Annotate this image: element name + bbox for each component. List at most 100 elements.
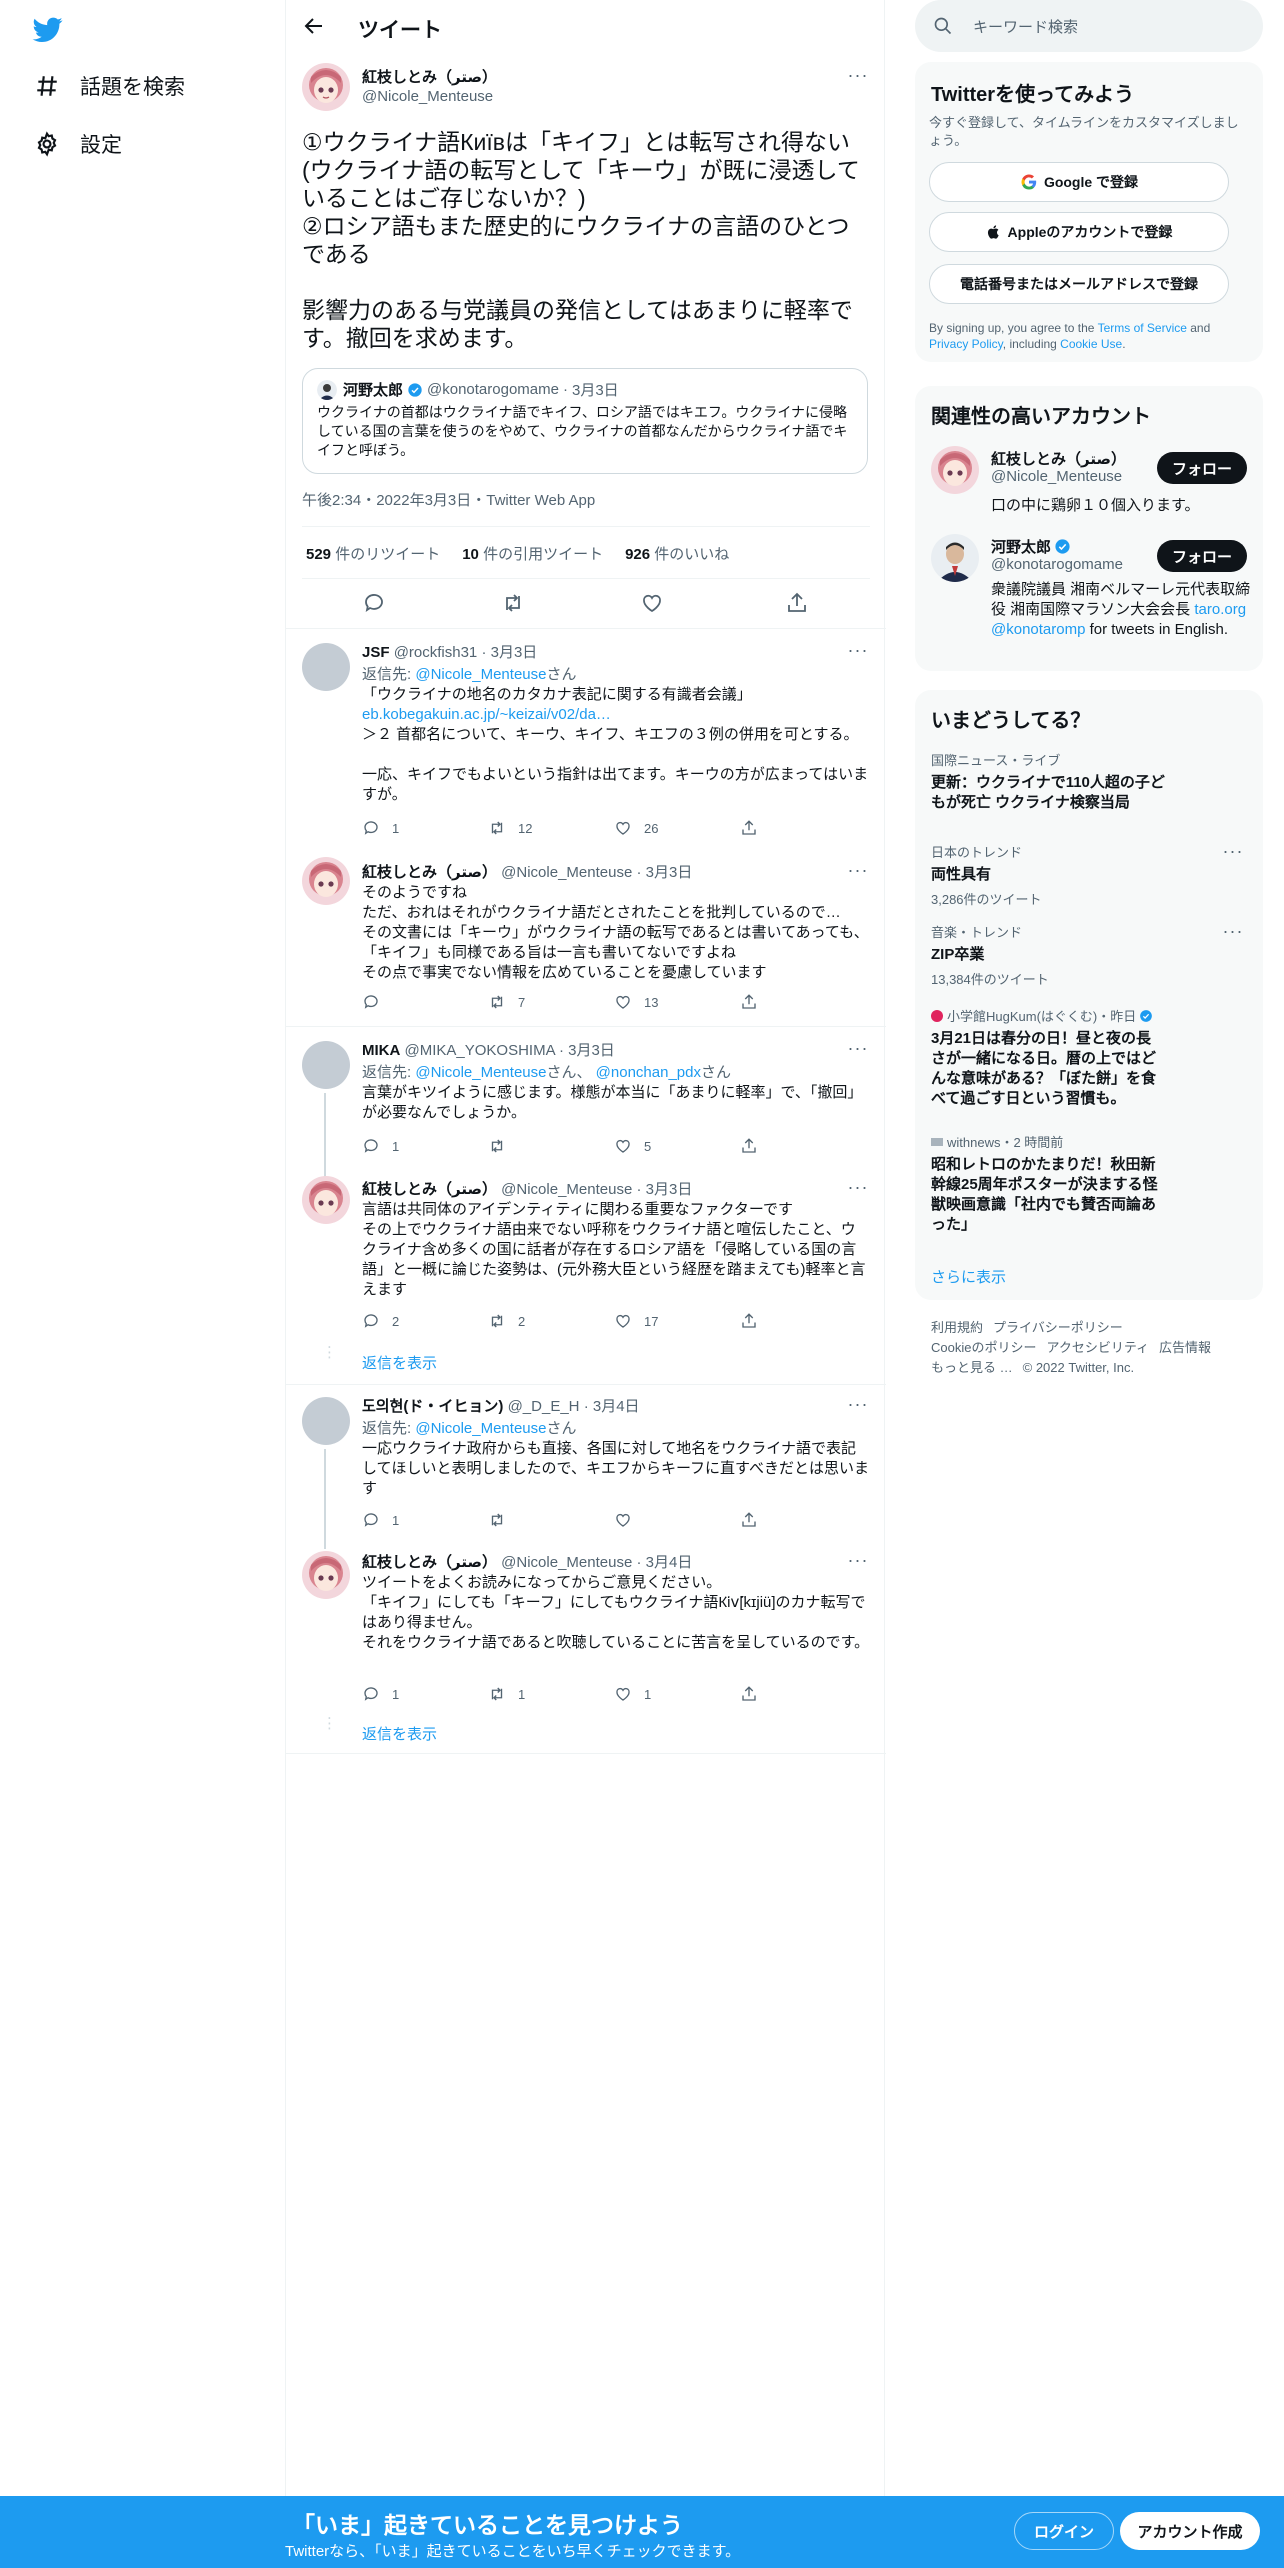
- trend-item[interactable]: withnews・2 時間前 昭和レトロのかたまりだ！秋田新幹線25周年ポスター…: [931, 1132, 1247, 1235]
- retweet-button[interactable]: 12: [488, 819, 614, 837]
- cookie-link[interactable]: Cookie Use: [1060, 337, 1122, 351]
- retweets-stat[interactable]: 529 件のリツイート: [306, 543, 440, 564]
- quoted-tweet[interactable]: 河野太郎 @konotarogomame · 3月3日 ウクライナの首都はウクラ…: [302, 368, 868, 474]
- reply-author-name[interactable]: 紅枝しとみ（ﺻﺘﺮ）: [362, 1181, 497, 1198]
- main-author-handle[interactable]: @Nicole_Menteuse: [362, 88, 493, 105]
- reply-button[interactable]: 1: [362, 1685, 488, 1703]
- reply-button[interactable]: 2: [362, 1312, 488, 1330]
- share-button[interactable]: [740, 1137, 866, 1155]
- apple-signup-button[interactable]: Appleのアカウントで登録: [929, 212, 1229, 252]
- share-button[interactable]: [740, 819, 866, 837]
- reply-date[interactable]: 3月3日: [646, 864, 693, 881]
- reply-button[interactable]: 1: [362, 1511, 488, 1529]
- reply-author-name[interactable]: JSF: [362, 644, 390, 661]
- avatar[interactable]: [302, 1041, 350, 1089]
- search-box[interactable]: キーワード検索: [915, 0, 1263, 52]
- share-icon[interactable]: [785, 591, 809, 615]
- reply-author-handle[interactable]: @Nicole_Menteuse: [501, 1181, 632, 1198]
- reply-author-name[interactable]: 도의현(ド・イヒョン): [362, 1398, 503, 1415]
- related-account-name-row[interactable]: 河野太郎: [991, 536, 1071, 557]
- more-options-icon[interactable]: ···: [846, 66, 870, 90]
- more-options-icon[interactable]: ···: [846, 861, 870, 885]
- trend-item[interactable]: 音楽・トレンド ZIP卒業 13,384件のツイート ···: [931, 922, 1247, 988]
- show-replies-link[interactable]: 返信を表示: [362, 1352, 437, 1373]
- follow-button[interactable]: フォロー: [1157, 452, 1247, 484]
- reply-tweet[interactable]: 紅枝しとみ（ﺻﺘﺮ） @Nicole_Menteuse · 3月3日 ··· 言…: [286, 1172, 886, 1384]
- reply-tweet[interactable]: JSF @rockfish31 · 3月3日 ··· 返信先: @Nicole_…: [286, 629, 886, 851]
- footer-link[interactable]: プライバシーポリシー: [993, 1320, 1123, 1335]
- phone-email-signup-button[interactable]: 電話番号またはメールアドレスで登録: [929, 264, 1229, 304]
- reply-icon[interactable]: [362, 591, 386, 615]
- more-options-icon[interactable]: ···: [846, 1551, 870, 1575]
- retweet-icon[interactable]: [501, 591, 525, 615]
- like-button[interactable]: 26: [614, 819, 740, 837]
- avatar[interactable]: [302, 63, 350, 111]
- like-button[interactable]: 17: [614, 1312, 740, 1330]
- reply-author-handle[interactable]: @Nicole_Menteuse: [501, 1554, 632, 1571]
- reply-author-handle[interactable]: @rockfish31: [394, 644, 478, 661]
- main-author-name[interactable]: 紅枝しとみ（ﺻﺘﺮ）: [362, 66, 497, 87]
- like-button[interactable]: [614, 1511, 740, 1529]
- reply-date[interactable]: 3月3日: [491, 644, 538, 661]
- reply-tweet[interactable]: MIKA @MIKA_YOKOSHIMA · 3月3日 ··· 返信先: @Ni…: [286, 1027, 886, 1183]
- mention-link[interactable]: @Nicole_Menteuse: [415, 666, 546, 683]
- login-button[interactable]: ログイン: [1014, 2512, 1114, 2550]
- mention-link[interactable]: @Nicole_Menteuse: [415, 1420, 546, 1437]
- mention-link[interactable]: @nonchan_pdx: [596, 1064, 701, 1081]
- reply-date[interactable]: 3月3日: [646, 1181, 693, 1198]
- more-options-icon[interactable]: ···: [846, 641, 870, 665]
- avatar[interactable]: [302, 1176, 350, 1224]
- bio-link[interactable]: taro.org: [1194, 601, 1246, 618]
- reply-author-name[interactable]: 紅枝しとみ（ﺻﺘﺮ）: [362, 1554, 497, 1571]
- avatar[interactable]: [302, 857, 350, 905]
- reply-button[interactable]: 1: [362, 819, 488, 837]
- share-button[interactable]: [740, 993, 866, 1011]
- footer-link[interactable]: アクセシビリティ: [1046, 1340, 1149, 1355]
- more-options-icon[interactable]: ···: [1221, 922, 1245, 946]
- show-more-link[interactable]: さらに表示: [931, 1266, 1006, 1287]
- reply-button[interactable]: [362, 993, 488, 1011]
- reply-button[interactable]: 1: [362, 1137, 488, 1155]
- related-account-name[interactable]: 紅枝しとみ（ﺻﺘﺮ）: [991, 448, 1126, 469]
- quotes-stat[interactable]: 10 件の引用ツイート: [462, 543, 603, 564]
- footer-link[interactable]: Cookieのポリシー: [931, 1340, 1036, 1355]
- footer-link[interactable]: 広告情報: [1159, 1340, 1211, 1355]
- create-account-button[interactable]: アカウント作成: [1120, 2512, 1260, 2550]
- avatar[interactable]: [931, 534, 979, 582]
- like-button[interactable]: 1: [614, 1685, 740, 1703]
- avatar[interactable]: [302, 643, 350, 691]
- like-button[interactable]: 13: [614, 993, 740, 1011]
- like-heart-icon[interactable]: [640, 591, 664, 615]
- retweet-button[interactable]: 2: [488, 1312, 614, 1330]
- trend-item[interactable]: 国際ニュース・ライブ 更新：ウクライナで110人超の子どもが死亡 ウクライナ検察…: [931, 750, 1247, 813]
- avatar[interactable]: [302, 1551, 350, 1599]
- follow-button[interactable]: フォロー: [1157, 540, 1247, 572]
- footer-more-link[interactable]: もっと見る …: [931, 1360, 1013, 1375]
- reply-date[interactable]: 3月3日: [568, 1042, 615, 1059]
- related-account-handle[interactable]: @Nicole_Menteuse: [991, 468, 1122, 485]
- twitter-logo-icon[interactable]: [32, 14, 64, 44]
- reply-author-handle[interactable]: @Nicole_Menteuse: [501, 864, 632, 881]
- trend-item[interactable]: 小学館HugKum(はぐくむ)・昨日 3月21日は春分の日！昼と夜の長さが一緒に…: [931, 1006, 1247, 1109]
- like-button[interactable]: 5: [614, 1137, 740, 1155]
- reply-date[interactable]: 3月4日: [593, 1398, 640, 1415]
- reply-tweet[interactable]: 紅枝しとみ（ﺻﺘﺮ） @Nicole_Menteuse · 3月4日 ··· ツ…: [286, 1543, 886, 1753]
- more-options-icon[interactable]: ···: [846, 1395, 870, 1419]
- show-replies-link[interactable]: 返信を表示: [362, 1723, 437, 1744]
- external-link[interactable]: eb.kobegakuin.ac.jp/~keizai/v02/da…: [362, 705, 870, 725]
- reply-tweet[interactable]: 도의현(ド・イヒョン) @_D_E_H · 3月4日 ··· 返信先: @Nic…: [286, 1385, 886, 1549]
- more-options-icon[interactable]: ···: [1221, 842, 1245, 866]
- reply-author-handle[interactable]: @MIKA_YOKOSHIMA: [405, 1042, 555, 1059]
- retweet-button[interactable]: 1: [488, 1685, 614, 1703]
- mention-link[interactable]: @Nicole_Menteuse: [415, 1064, 546, 1081]
- terms-link[interactable]: Terms of Service: [1098, 321, 1187, 335]
- more-options-icon[interactable]: ···: [846, 1178, 870, 1202]
- reply-author-name[interactable]: MIKA: [362, 1042, 400, 1059]
- related-account-handle[interactable]: @konotarogomame: [991, 556, 1123, 573]
- bio-mention-link[interactable]: @konotaromp: [991, 621, 1085, 638]
- nav-explore[interactable]: 話題を検索: [34, 66, 185, 106]
- back-arrow-icon[interactable]: [302, 14, 326, 38]
- reply-author-name[interactable]: 紅枝しとみ（ﺻﺘﺮ）: [362, 864, 497, 881]
- likes-stat[interactable]: 926 件のいいね: [625, 543, 729, 564]
- retweet-button[interactable]: [488, 1137, 614, 1155]
